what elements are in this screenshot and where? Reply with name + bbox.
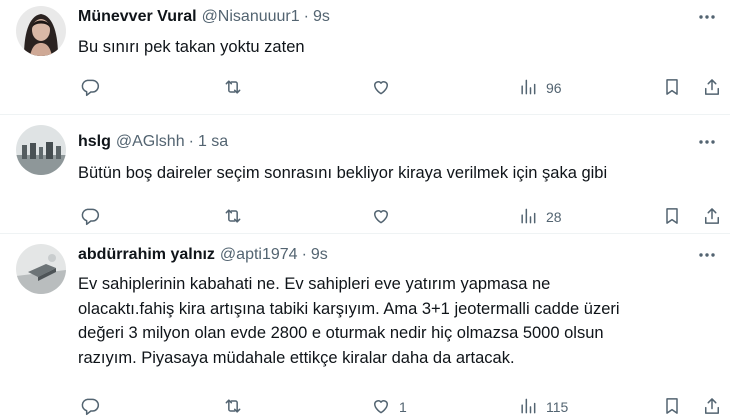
views-icon (518, 77, 538, 100)
avatar[interactable] (16, 244, 66, 294)
views-count: 28 (546, 209, 562, 225)
share-icon (702, 77, 722, 100)
timestamp[interactable]: 9s (311, 246, 328, 264)
like-icon (371, 77, 391, 100)
retweet-icon (223, 77, 243, 100)
tweet-header: Münevver Vural @Nisanuuur1 · 9s (78, 6, 330, 28)
tweet-actions: 28 (78, 205, 722, 229)
reply-icon (80, 206, 100, 229)
tweet-text-line: razıyım. Piyasaya müdahale ettikçe kiral… (78, 348, 515, 367)
bookmark-icon (662, 77, 682, 100)
tweet-header: abdürrahim yalnız @apti1974 · 9s (78, 244, 328, 266)
more-icon[interactable] (696, 6, 718, 28)
user-handle[interactable]: @Nisanuuur1 (202, 8, 300, 26)
reply-button[interactable] (80, 205, 108, 229)
tweet-text-line: Bütün boş daireler seçim sonrasını bekli… (78, 164, 608, 182)
retweet-button[interactable] (223, 205, 251, 229)
tweet[interactable]: Münevver Vural @Nisanuuur1 · 9s Bu sınır… (0, 0, 730, 114)
bookmark-button[interactable] (662, 76, 682, 100)
like-button[interactable] (371, 205, 399, 229)
bookmark-icon (662, 396, 682, 419)
retweet-button[interactable] (223, 76, 251, 100)
like-count: 1 (399, 399, 407, 415)
views-icon (518, 396, 538, 419)
share-button[interactable] (702, 395, 722, 419)
timestamp[interactable]: 9s (313, 8, 330, 26)
reply-icon (80, 396, 100, 419)
tweet-text-line: Bu sınırı pek takan yoktu zaten (78, 38, 305, 56)
bookmark-button[interactable] (662, 395, 682, 419)
views-icon (518, 206, 538, 229)
tweet-text: Bütün boş daireler seçim sonrasını bekli… (78, 161, 694, 185)
separator-dot: · (303, 8, 309, 25)
retweet-icon (223, 206, 243, 229)
display-name[interactable]: abdürrahim yalnız (78, 246, 215, 264)
like-icon (371, 206, 391, 229)
avatar[interactable] (16, 125, 66, 175)
views-button[interactable]: 96 (518, 76, 562, 100)
tweet-actions: 96 (78, 76, 722, 100)
timestamp[interactable]: 1 sa (198, 133, 228, 151)
like-icon (371, 396, 391, 419)
views-count: 96 (546, 80, 562, 96)
tweet-header: hslg @AGlshh · 1 sa (78, 131, 228, 153)
views-button[interactable]: 28 (518, 205, 562, 229)
tweet-text-line: Ev sahiplerinin kabahati ne. Ev sahipler… (78, 275, 551, 293)
separator-dot: · (301, 246, 307, 263)
like-button[interactable] (371, 76, 399, 100)
reply-button[interactable] (80, 76, 108, 100)
separator-dot: · (188, 133, 194, 150)
tweet[interactable]: hslg @AGlshh · 1 sa Bütün boş daireler s… (0, 114, 730, 233)
tweet-text: Bu sınırı pek takan yoktu zaten (78, 35, 694, 59)
tweet[interactable]: abdürrahim yalnız @apti1974 · 9s Ev sahi… (0, 233, 730, 420)
views-count: 115 (546, 399, 569, 415)
share-icon (702, 206, 722, 229)
bookmark-button[interactable] (662, 205, 682, 229)
more-icon[interactable] (696, 244, 718, 266)
reply-button[interactable] (80, 395, 108, 419)
tweet-text-line: olacaktı.fahiş kira artışına tabiki karş… (78, 299, 620, 318)
tweet-actions: 1 115 (78, 395, 722, 419)
views-button[interactable]: 115 (518, 395, 568, 419)
avatar[interactable] (16, 6, 66, 56)
share-button[interactable] (702, 76, 722, 100)
user-handle[interactable]: @AGlshh (116, 133, 185, 151)
reply-icon (80, 77, 100, 100)
share-icon (702, 396, 722, 419)
display-name[interactable]: Münevver Vural (78, 8, 197, 26)
more-icon[interactable] (696, 131, 718, 153)
bookmark-icon (662, 206, 682, 229)
user-handle[interactable]: @apti1974 (220, 246, 298, 264)
display-name[interactable]: hslg (78, 133, 111, 151)
share-button[interactable] (702, 205, 722, 229)
tweet-text-line: değeri 3 milyon olan evde 2800 e oturmak… (78, 324, 604, 342)
tweet-text: Ev sahiplerinin kabahati ne. Ev sahipler… (78, 272, 694, 370)
like-button[interactable]: 1 (371, 395, 407, 419)
retweet-icon (223, 396, 243, 419)
retweet-button[interactable] (223, 395, 251, 419)
